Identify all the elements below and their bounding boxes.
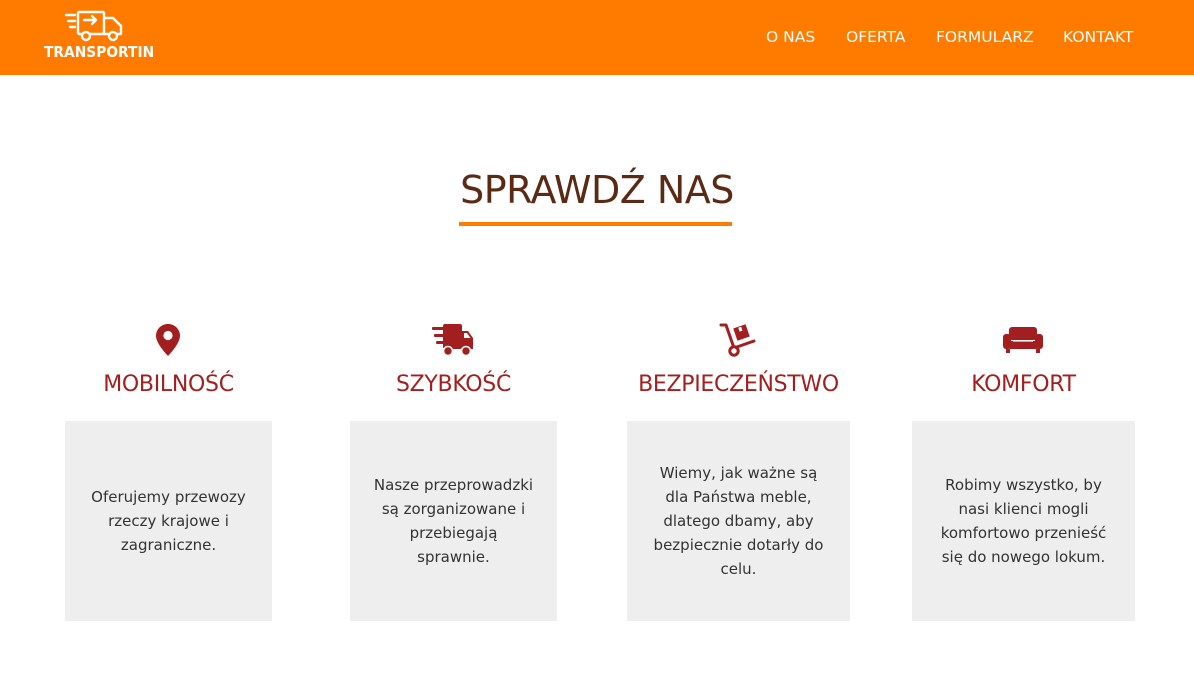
nav-link-o-nas[interactable]: O NAS (766, 28, 815, 46)
section-title: SPRAWDŹ NAS (460, 168, 734, 212)
hand-truck-icon (719, 323, 756, 357)
nav-link-formularz[interactable]: FORMULARZ (936, 28, 1034, 46)
feature-card-bezpieczenstwo: Wiemy, jak ważne są dla Państwa meble, d… (627, 421, 850, 621)
feature-title-szybkosc: SZYBKOŚĆ (395, 372, 512, 397)
fast-truck-icon (432, 324, 473, 357)
feature-text-szybkosc: Nasze przeprowadzki są zorganizowane i p… (373, 476, 534, 566)
header-navbar: TRANSPORTIN O NAS OFERTA FORMULARZ KONTA… (0, 0, 1194, 75)
title-underline (459, 222, 732, 226)
sofa-icon (1003, 327, 1043, 353)
feature-card-komfort: Robimy wszystko, by nasi klienci mogli k… (912, 421, 1135, 621)
feature-title-bezpieczenstwo: BEZPIECZEŃSTWO (638, 372, 839, 397)
feature-card-mobilnosc: Oferujemy przewozy rzeczy krajowe i zagr… (65, 421, 272, 621)
feature-text-mobilnosc: Oferujemy przewozy rzeczy krajowe i zagr… (91, 488, 246, 554)
feature-text-bezpieczenstwo: Wiemy, jak ważne są dla Państwa meble, d… (653, 464, 824, 578)
nav-link-kontakt[interactable]: KONTAKT (1063, 28, 1133, 46)
feature-card-szybkosc: Nasze przeprowadzki są zorganizowane i p… (350, 421, 557, 621)
moving-truck-icon (64, 10, 123, 42)
nav-link-oferta[interactable]: OFERTA (846, 28, 905, 46)
feature-title-komfort: KOMFORT (971, 372, 1076, 397)
feature-title-mobilnosc: MOBILNOŚĆ (103, 372, 234, 397)
brand-logo[interactable]: TRANSPORTIN (44, 10, 155, 66)
map-marker-icon (156, 324, 180, 356)
brand-name: TRANSPORTIN (44, 43, 155, 61)
feature-text-komfort: Robimy wszystko, by nasi klienci mogli k… (940, 476, 1107, 566)
